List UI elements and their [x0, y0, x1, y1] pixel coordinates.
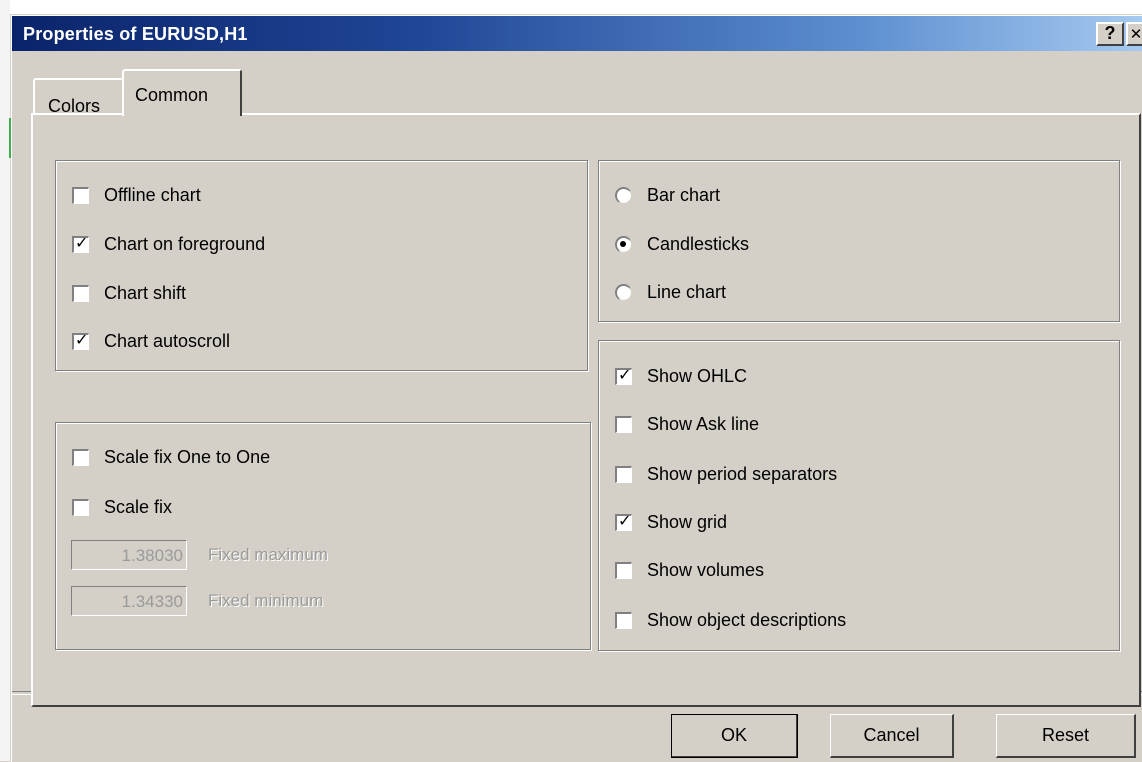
- show-ask-line-checkbox[interactable]: [615, 415, 632, 433]
- option-label: Chart on foreground: [104, 233, 266, 254]
- option-label: Show period separators: [647, 463, 838, 484]
- tab-label: Common: [135, 85, 209, 105]
- chart-on-foreground-checkbox[interactable]: ✓: [72, 232, 89, 253]
- offline-chart-checkbox[interactable]: [72, 186, 89, 204]
- check-icon: ✓: [618, 510, 632, 530]
- tab-common[interactable]: Common: [122, 69, 242, 116]
- option-label: Offline chart: [104, 184, 201, 205]
- show-volumes-option[interactable]: Show volumes: [615, 559, 764, 581]
- scale-fix-one-to-one-checkbox[interactable]: [72, 448, 89, 466]
- show-ohlc-option[interactable]: ✓ Show OHLC: [615, 365, 747, 387]
- option-label: Scale fix One to One: [104, 446, 271, 467]
- bar-chart-option[interactable]: Bar chart: [615, 184, 720, 206]
- desktop-edge: [0, 0, 10, 761]
- fixed-maximum-row: 1.38030 Fixed maximum: [71, 540, 328, 570]
- check-icon: ✓: [618, 364, 632, 384]
- option-label: Show grid: [647, 511, 728, 532]
- scale-fix-checkbox[interactable]: [72, 498, 89, 516]
- option-label: Show Ask line: [647, 413, 760, 434]
- option-label: Chart shift: [104, 282, 187, 303]
- option-label: Chart autoscroll: [104, 330, 231, 351]
- line-chart-radio[interactable]: [615, 283, 632, 301]
- desktop-background: [0, 0, 1142, 14]
- option-label: Show OHLC: [647, 365, 748, 386]
- show-volumes-checkbox[interactable]: [615, 561, 632, 579]
- cancel-button[interactable]: Cancel: [830, 714, 954, 758]
- fixed-minimum-label: Fixed minimum: [208, 591, 324, 610]
- option-label: Line chart: [647, 281, 727, 302]
- show-grid-option[interactable]: ✓ Show grid: [615, 511, 727, 533]
- candlesticks-radio[interactable]: [615, 235, 632, 253]
- dialog-title: Properties of EURUSD,H1: [23, 24, 248, 44]
- chart-autoscroll-checkbox[interactable]: ✓: [72, 329, 89, 350]
- chart-type-group: Bar chart Candlesticks Line chart: [598, 160, 1120, 322]
- fixed-minimum-row: 1.34330 Fixed minimum: [71, 586, 323, 616]
- option-label: Scale fix: [104, 496, 173, 517]
- scale-options-group: Scale fix One to One Scale fix 1.38030 F…: [55, 422, 591, 650]
- show-ohlc-checkbox[interactable]: ✓: [615, 364, 632, 385]
- fixed-maximum-label: Fixed maximum: [208, 545, 328, 564]
- check-icon: ✓: [75, 232, 89, 252]
- title-bar[interactable]: Properties of EURUSD,H1 ? ✕: [12, 16, 1142, 51]
- tab-colors[interactable]: Colors: [33, 78, 124, 116]
- fixed-minimum-input[interactable]: 1.34330: [71, 586, 187, 616]
- radio-selected-dot: [620, 240, 626, 247]
- close-button[interactable]: ✕: [1126, 22, 1142, 46]
- display-options-group: ✓ Show OHLC Show Ask line Show period se…: [598, 340, 1120, 651]
- chart-autoscroll-option[interactable]: ✓ Chart autoscroll: [72, 330, 230, 352]
- help-button[interactable]: ?: [1096, 22, 1124, 46]
- close-icon: ✕: [1129, 26, 1142, 43]
- chart-shift-option[interactable]: Chart shift: [72, 282, 186, 304]
- reset-button[interactable]: Reset: [996, 714, 1136, 758]
- show-object-descriptions-option[interactable]: Show object descriptions: [615, 609, 846, 631]
- show-object-descriptions-checkbox[interactable]: [615, 611, 632, 629]
- scale-fix-option[interactable]: Scale fix: [72, 496, 172, 518]
- bar-chart-radio[interactable]: [615, 186, 632, 204]
- option-label: Show object descriptions: [647, 609, 847, 630]
- ok-button[interactable]: OK: [671, 714, 798, 758]
- show-period-separators-option[interactable]: Show period separators: [615, 463, 837, 485]
- show-ask-line-option[interactable]: Show Ask line: [615, 413, 759, 435]
- show-period-separators-checkbox[interactable]: [615, 465, 632, 483]
- show-grid-checkbox[interactable]: ✓: [615, 510, 632, 531]
- scale-fix-one-to-one-option[interactable]: Scale fix One to One: [72, 446, 270, 468]
- candlesticks-option[interactable]: Candlesticks: [615, 233, 749, 255]
- properties-dialog: Properties of EURUSD,H1 ? ✕ Colors Commo…: [11, 15, 1142, 762]
- option-label: Bar chart: [647, 184, 721, 205]
- common-tab-panel: Offline chart ✓ Chart on foreground Char…: [31, 113, 1141, 707]
- chart-on-foreground-option[interactable]: ✓ Chart on foreground: [72, 233, 265, 255]
- offline-chart-option[interactable]: Offline chart: [72, 184, 201, 206]
- check-icon: ✓: [75, 329, 89, 349]
- option-label: Candlesticks: [647, 233, 750, 254]
- chart-shift-checkbox[interactable]: [72, 284, 89, 302]
- option-label: Show volumes: [647, 559, 765, 580]
- general-options-group: Offline chart ✓ Chart on foreground Char…: [55, 160, 588, 371]
- line-chart-option[interactable]: Line chart: [615, 281, 726, 303]
- fixed-maximum-input[interactable]: 1.38030: [71, 540, 187, 570]
